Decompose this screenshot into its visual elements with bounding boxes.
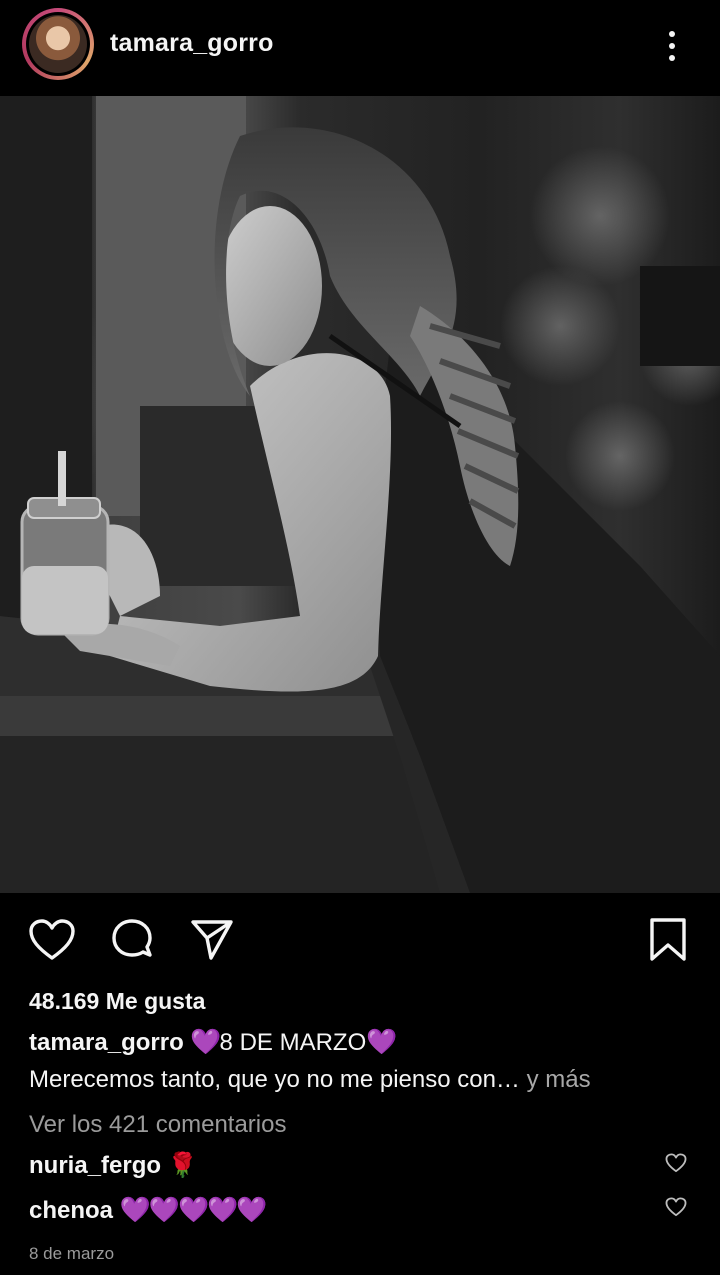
post-username[interactable]: tamara_gorro bbox=[110, 29, 274, 58]
heart-outline-icon bbox=[29, 919, 75, 960]
likes-count[interactable]: 48.169 Me gusta bbox=[29, 988, 205, 1015]
heart-outline-icon bbox=[665, 1153, 687, 1173]
more-vertical-icon bbox=[669, 55, 675, 61]
comment-like-button[interactable] bbox=[664, 1195, 688, 1219]
post-photo-illustration bbox=[0, 96, 720, 893]
comment-item: nuria_fergo 🌹 bbox=[29, 1151, 198, 1180]
share-button[interactable] bbox=[186, 914, 238, 966]
purple-heart-emoji: 💜 bbox=[190, 1028, 221, 1056]
save-button[interactable] bbox=[642, 914, 694, 966]
comment-bubble-icon bbox=[112, 919, 152, 957]
post-action-bar bbox=[0, 900, 720, 980]
purple-heart-emoji: 💜 bbox=[366, 1028, 397, 1056]
comment-username[interactable]: nuria_fergo bbox=[29, 1152, 161, 1179]
more-options-button[interactable] bbox=[656, 26, 688, 66]
post-date: 8 de marzo bbox=[29, 1244, 115, 1263]
profile-photo bbox=[29, 15, 87, 73]
post-header: tamara_gorro bbox=[0, 0, 720, 96]
comment-text: 🌹 bbox=[167, 1152, 198, 1179]
comment-like-button[interactable] bbox=[664, 1151, 688, 1175]
bookmark-outline-icon bbox=[650, 918, 686, 961]
view-comments-link[interactable]: Ver los 421 comentarios bbox=[29, 1111, 286, 1139]
comment-username[interactable]: chenoa bbox=[29, 1197, 113, 1224]
caption-body: Merecemos tanto, que yo no me pienso con… bbox=[29, 1066, 520, 1093]
post-image[interactable] bbox=[0, 96, 720, 893]
paper-plane-icon bbox=[191, 920, 233, 960]
caption-username[interactable]: tamara_gorro bbox=[29, 1029, 184, 1056]
more-vertical-icon bbox=[669, 43, 675, 49]
more-vertical-icon bbox=[669, 31, 675, 37]
caption-title: 8 DE MARZO bbox=[219, 1029, 367, 1056]
comment-item: chenoa 💜💜💜💜💜 bbox=[29, 1196, 268, 1225]
avatar-frame bbox=[26, 12, 90, 76]
avatar[interactable] bbox=[22, 8, 94, 80]
heart-outline-icon bbox=[665, 1197, 687, 1217]
caption-text: Merecemos tanto, que yo no me pienso con… bbox=[29, 1066, 591, 1094]
more-link[interactable]: y más bbox=[520, 1066, 591, 1093]
comment-text: 💜💜💜💜💜 bbox=[119, 1196, 268, 1224]
caption-line: tamara_gorro 💜8 DE MARZO💜 bbox=[29, 1028, 397, 1057]
like-button[interactable] bbox=[26, 914, 78, 966]
comment-button[interactable] bbox=[106, 914, 158, 966]
